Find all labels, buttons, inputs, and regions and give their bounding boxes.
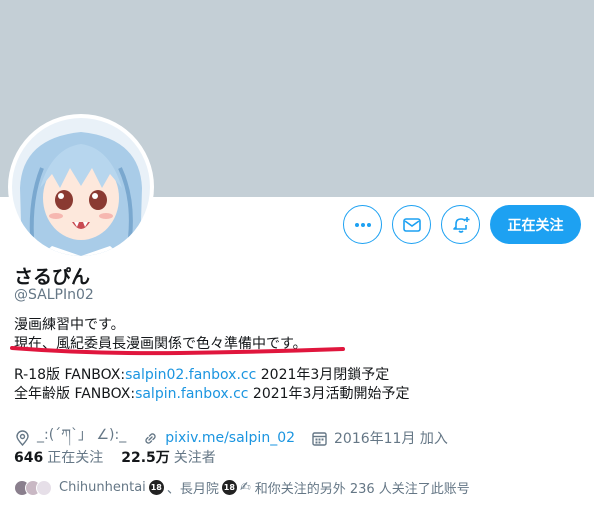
message-button[interactable] — [392, 205, 431, 244]
display-name: さるぴん — [14, 266, 91, 288]
joined-item: 2016年11月 加入 — [311, 428, 448, 448]
mutual-text: 和你关注的另外 236 人关注了此账号 — [254, 482, 470, 497]
adult-18-icon: 18 — [148, 480, 164, 495]
joined-text: 2016年11月 加入 — [334, 431, 448, 447]
fanbox-r18-link[interactable]: salpin02.fanbox.cc — [125, 367, 256, 383]
user-handle: @SALPIn02 — [14, 287, 94, 303]
bio-line-3-prefix: R-18版 FANBOX: — [14, 367, 126, 383]
followers-label: 关注者 — [173, 450, 216, 466]
bio-line-3: R-18版 FANBOX:salpin02.fanbox.cc 2021年3月閉… — [14, 366, 409, 385]
bio-line-4: 全年齢版 FANBOX:salpin.fanbox.cc 2021年3月活動開始… — [14, 385, 409, 404]
avatar-image — [12, 118, 150, 256]
writing-hand-icon: ✍ — [239, 480, 251, 495]
mutual-name-1: Chihunhentai — [59, 480, 146, 495]
followers-stat[interactable]: 22.5万 关注者 — [121, 447, 216, 467]
calendar-icon — [312, 431, 327, 446]
fanbox-all-ages-link[interactable]: salpin.fanbox.cc — [135, 386, 248, 402]
bio-line-2: 現在、風紀委員長漫画関係で色々準備中です。 — [14, 336, 307, 352]
location-pin-icon — [16, 429, 29, 446]
mail-icon — [402, 217, 421, 232]
following-count: 646 — [14, 450, 44, 466]
more-dots-icon — [354, 222, 371, 227]
profile-actions: 正在关注 — [343, 205, 581, 244]
bio-line-4-suffix: 2021年3月活動開始予定 — [248, 386, 410, 402]
bio-line-1: 漫画練習中です。 — [14, 317, 125, 333]
notifications-button[interactable] — [441, 205, 480, 244]
profile-bio: 漫画練習中です。 現在、風紀委員長漫画関係で色々準備中です。 R-18版 FAN… — [14, 316, 409, 404]
adult-18-icon-2: 18 — [221, 480, 237, 495]
mutual-avatar-3 — [36, 479, 52, 496]
more-button[interactable] — [343, 205, 382, 244]
website-item: pixiv.me/salpin_02 — [142, 430, 295, 447]
bell-add-icon — [452, 216, 469, 233]
bio-line-4-prefix: 全年齢版 FANBOX: — [14, 386, 136, 402]
avatar[interactable] — [8, 114, 154, 260]
mutual-avatars — [14, 479, 52, 496]
profile-stats: 646 正在关注 22.5万 关注者 — [14, 447, 234, 467]
followers-you-know[interactable]: Chihunhentai 18 、長月院 18 ✍ 和你关注的另外 236 人关… — [14, 478, 470, 497]
link-icon — [145, 432, 156, 444]
followers-count: 22.5万 — [121, 450, 170, 466]
bio-line-3-suffix: 2021年3月閉鎖予定 — [256, 367, 390, 383]
following-stat[interactable]: 646 正在关注 — [14, 447, 103, 467]
following-label: 正在关注 — [47, 450, 104, 466]
website-link[interactable]: pixiv.me/salpin_02 — [165, 430, 295, 446]
mutual-name-2: 、長月院 — [166, 482, 219, 497]
following-button[interactable]: 正在关注 — [490, 205, 581, 244]
